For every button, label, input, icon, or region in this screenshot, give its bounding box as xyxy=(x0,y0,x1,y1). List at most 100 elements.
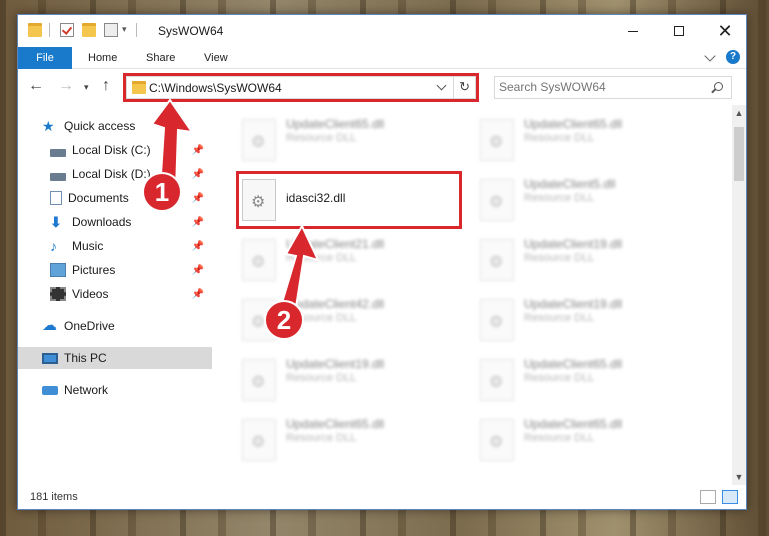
pin-icon[interactable]: 📌 xyxy=(192,217,204,228)
file-highlight xyxy=(236,171,462,229)
file-type: Resource DLL xyxy=(524,252,595,264)
help-icon[interactable]: ? xyxy=(726,50,740,64)
pin-icon[interactable]: 📌 xyxy=(192,241,204,252)
sidebar-item-label: Downloads xyxy=(72,215,132,229)
maximize-button[interactable] xyxy=(656,15,702,47)
folder-icon xyxy=(28,23,42,37)
pin-icon[interactable]: 📌 xyxy=(192,289,204,300)
search-icon[interactable] xyxy=(714,82,723,91)
videos-icon xyxy=(50,287,66,301)
search-box[interactable] xyxy=(494,76,732,99)
window-title: SysWOW64 xyxy=(158,24,224,38)
back-arrow-icon[interactable]: ← xyxy=(28,77,44,95)
file-type: Resource DLL xyxy=(286,432,357,444)
sidebar-item-this-pc[interactable]: This PC xyxy=(18,347,212,369)
vertical-scrollbar[interactable]: ▲ ▼ xyxy=(732,105,746,485)
pictures-icon xyxy=(50,263,66,277)
tiles-view-icon[interactable] xyxy=(722,490,738,504)
sidebar-item-label: Documents xyxy=(68,191,129,205)
sidebar-item-label: Local Disk (D:) xyxy=(72,167,151,181)
sidebar-item-label: Quick access xyxy=(64,119,136,133)
scroll-down-icon[interactable]: ▼ xyxy=(734,472,744,482)
sidebar-item-label: OneDrive xyxy=(64,319,115,333)
file-type: Resource DLL xyxy=(524,132,595,144)
file-tile[interactable]: UpdateClient19.dll Resource DLL xyxy=(236,355,461,413)
sidebar-item-network[interactable]: Network xyxy=(18,379,212,401)
file-tile[interactable]: UpdateClient65.dll Resource DLL xyxy=(474,415,699,473)
file-tile[interactable]: UpdateClient21.dll Resource DLL xyxy=(236,235,461,293)
pin-icon[interactable]: 📌 xyxy=(192,265,204,276)
step-1-badge: 1 xyxy=(142,172,182,212)
file-tile[interactable]: UpdateClient65.dll Resource DLL xyxy=(474,115,699,173)
expand-ribbon-icon[interactable] xyxy=(704,49,716,62)
sidebar-item-videos[interactable]: Videos 📌 xyxy=(18,283,212,305)
pin-icon[interactable]: 📌 xyxy=(192,169,204,180)
file-name: UpdateClient19.dll xyxy=(524,237,623,251)
search-input[interactable] xyxy=(499,80,699,94)
file-name: UpdateClient5.dll xyxy=(524,177,616,191)
file-tile[interactable]: UpdateClient19.dll Resource DLL xyxy=(474,235,699,293)
file-tile[interactable]: UpdateClient65.dll Resource DLL xyxy=(236,115,461,173)
file-name: UpdateClient65.dll xyxy=(286,417,385,431)
pin-icon[interactable]: 📌 xyxy=(192,193,204,204)
title-bar: ▾ SysWOW64 ✕ xyxy=(18,15,746,47)
file-type: Resource DLL xyxy=(286,132,357,144)
file-name: UpdateClient65.dll xyxy=(524,357,623,371)
customize-dropdown-icon[interactable]: ▾ xyxy=(122,24,127,35)
properties-icon[interactable] xyxy=(60,23,74,37)
sidebar-item-local-disk-c[interactable]: Local Disk (C:) 📌 xyxy=(18,139,212,161)
documents-icon xyxy=(50,191,62,205)
onedrive-icon: ☁ xyxy=(42,317,57,334)
item-count: 181 items xyxy=(30,491,78,503)
scroll-thumb[interactable] xyxy=(734,127,744,181)
file-name: UpdateClient65.dll xyxy=(286,117,385,131)
step-2-badge: 2 xyxy=(264,300,304,340)
sidebar-item-quick-access[interactable]: ★ Quick access xyxy=(18,115,212,137)
tab-view[interactable]: View xyxy=(190,47,242,69)
forward-arrow-icon[interactable]: → xyxy=(58,77,74,95)
downloads-icon: ⬇ xyxy=(50,214,62,230)
music-icon: ♪ xyxy=(50,238,57,254)
dll-file-icon xyxy=(242,239,276,281)
divider xyxy=(49,23,50,37)
file-name: UpdateClient19.dll xyxy=(524,297,623,311)
file-type: Resource DLL xyxy=(524,372,595,384)
sidebar-item-label: Videos xyxy=(72,287,109,301)
file-tile[interactable]: UpdateClient19.dll Resource DLL xyxy=(474,295,699,353)
file-tile[interactable]: UpdateClient5.dll Resource DLL xyxy=(474,175,699,233)
recent-locations-icon[interactable]: ▾ xyxy=(84,82,89,93)
sidebar-item-local-disk-d[interactable]: Local Disk (D:) 📌 xyxy=(18,163,212,185)
tab-share[interactable]: Share xyxy=(132,47,189,69)
file-type: Resource DLL xyxy=(286,252,357,264)
file-tile[interactable]: UpdateClient65.dll Resource DLL xyxy=(474,355,699,413)
sidebar-item-documents[interactable]: Documents 📌 xyxy=(18,187,212,209)
minimize-button[interactable] xyxy=(610,15,656,47)
status-bar: 181 items xyxy=(18,485,746,509)
disk-icon xyxy=(50,173,66,181)
quick-access-toolbar-icon[interactable] xyxy=(104,23,118,37)
new-folder-icon[interactable] xyxy=(82,23,96,37)
close-button[interactable]: ✕ xyxy=(702,15,746,47)
tab-home[interactable]: Home xyxy=(74,47,131,69)
divider xyxy=(136,23,137,37)
details-view-icon[interactable] xyxy=(700,490,716,504)
tab-file[interactable]: File xyxy=(18,47,72,69)
pc-icon xyxy=(42,352,58,364)
disk-icon xyxy=(50,149,66,157)
pin-icon[interactable]: 📌 xyxy=(192,145,204,156)
file-name: UpdateClient65.dll xyxy=(524,417,623,431)
file-name: UpdateClient21.dll xyxy=(286,237,385,251)
file-tile[interactable]: UpdateClient65.dll Resource DLL xyxy=(236,415,461,473)
sidebar-item-pictures[interactable]: Pictures 📌 xyxy=(18,259,212,281)
dll-file-icon xyxy=(480,179,514,221)
sidebar-item-onedrive[interactable]: ☁ OneDrive xyxy=(18,315,212,337)
file-explorer-window: ▾ SysWOW64 ✕ File Home Share View ? ← → … xyxy=(17,14,747,510)
dll-file-icon xyxy=(242,419,276,461)
navigation-pane: ★ Quick access Local Disk (C:) 📌 Local D… xyxy=(18,105,212,485)
scroll-up-icon[interactable]: ▲ xyxy=(734,108,744,118)
ribbon-tabs: File Home Share View ? xyxy=(18,47,746,69)
up-arrow-icon[interactable]: ↑ xyxy=(102,77,110,95)
sidebar-item-music[interactable]: ♪ Music 📌 xyxy=(18,235,212,257)
sidebar-item-downloads[interactable]: ⬇ Downloads 📌 xyxy=(18,211,212,233)
dll-file-icon xyxy=(242,119,276,161)
